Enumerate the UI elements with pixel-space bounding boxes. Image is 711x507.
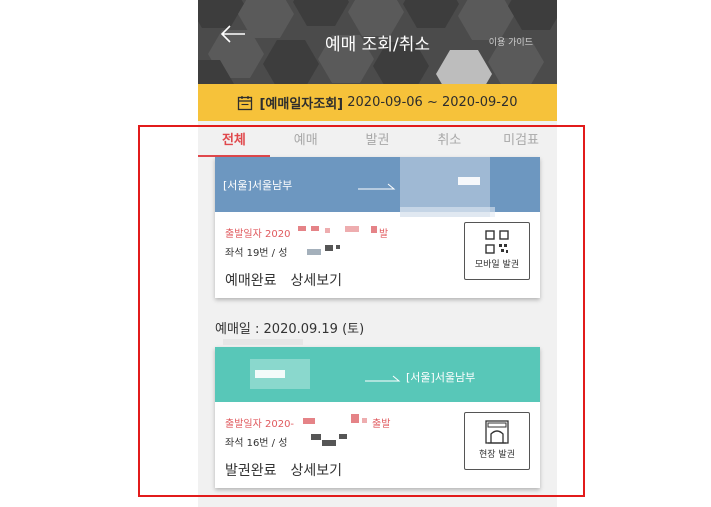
header: 예매 조회/취소 이용 가이드 bbox=[198, 0, 557, 84]
onsite-ticket-button[interactable]: 현장 발권 bbox=[464, 412, 530, 470]
tab-all[interactable]: 전체 bbox=[198, 127, 270, 157]
date-range-value: 2020-09-06 ~ 2020-09-20 bbox=[347, 95, 518, 110]
tab-reserved[interactable]: 예매 bbox=[270, 127, 342, 157]
status-tabs: 전체 예매 발권 취소 미검표 bbox=[198, 127, 557, 157]
route-header: [서울]서울남부 bbox=[215, 347, 540, 402]
seat-info: 좌석 16번 / 성 bbox=[225, 438, 288, 449]
seat-info: 좌석 19번 / 성 bbox=[225, 248, 288, 259]
arrival-terminal: [서울]서울남부 bbox=[406, 371, 476, 384]
detail-button[interactable]: 상세보기 bbox=[291, 460, 343, 480]
route-arrow-icon bbox=[365, 375, 401, 382]
detail-button[interactable]: 상세보기 bbox=[291, 270, 343, 290]
mobile-ticket-button[interactable]: 모바일 발권 bbox=[464, 222, 530, 280]
departure-date: 출발일자 2020 bbox=[225, 229, 291, 240]
qr-code-icon bbox=[485, 230, 509, 254]
ticket-booth-icon bbox=[485, 420, 509, 444]
departure-date: 출발일자 2020- bbox=[225, 419, 295, 430]
booking-date-label: 예매일 : 2020.09.19 (토) bbox=[215, 322, 365, 337]
ticket-type-label: 모바일 발권 bbox=[474, 260, 520, 270]
guide-link[interactable]: 이용 가이드 bbox=[489, 35, 533, 48]
route-header: [서울]서울남부 bbox=[215, 157, 540, 217]
date-range-label: [예매일자조회] bbox=[259, 97, 344, 112]
reservation-card[interactable]: [서울]서울남부 출발일자 2020- 출발 좌석 16번 / 성 발권완료 상… bbox=[215, 347, 540, 488]
departure-suffix: 출발 bbox=[372, 419, 391, 430]
status-issued-button[interactable]: 발권완료 bbox=[225, 460, 277, 480]
departure-terminal: [서울]서울남부 bbox=[223, 179, 293, 192]
tab-issued[interactable]: 발권 bbox=[342, 127, 414, 157]
status-reserved-button[interactable]: 예매완료 bbox=[225, 270, 277, 290]
tab-unchecked[interactable]: 미검표 bbox=[485, 127, 557, 157]
tab-cancelled[interactable]: 취소 bbox=[413, 127, 485, 157]
date-range-bar[interactable]: [예매일자조회] 2020-09-06 ~ 2020-09-20 bbox=[198, 84, 557, 121]
reservation-card[interactable]: [서울]서울남부 출발일자 2020 발 좌석 19번 / 성 예매완료 상세보… bbox=[215, 157, 540, 298]
route-arrow-icon bbox=[358, 183, 396, 190]
app-screen: 예매 조회/취소 이용 가이드 [예매일자조회] 2020-09-06 ~ 20… bbox=[198, 0, 557, 507]
calendar-icon bbox=[238, 95, 253, 110]
ticket-type-label: 현장 발권 bbox=[479, 450, 515, 460]
departure-suffix: 발 bbox=[379, 229, 389, 240]
